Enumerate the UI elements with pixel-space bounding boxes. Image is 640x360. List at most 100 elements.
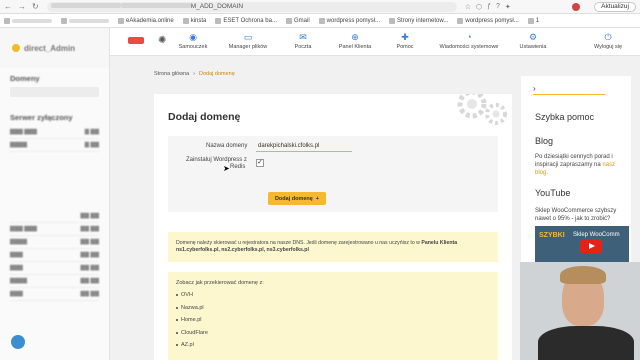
profile-avatar[interactable] [572, 3, 580, 11]
bookmark-icon [182, 17, 189, 24]
sidebar-usage: ▇▇ ▇▇ ▇▇▇ ▇▇▇ ▇▇ ▇▇ ▇▇▇▇ ▇▇ ▇▇ ▇▇▇ ▇▇ ▇▇ ▇▇… [0, 204, 109, 307]
help-icon: ✚ [401, 32, 409, 42]
bookmarks-bar: eAkademia.online kinsta ESET Ochrona ba.… [0, 14, 640, 28]
breadcrumb: Strona główna › Dodaj domenę [154, 71, 235, 77]
sidebar-domains-heading: Domeny [10, 74, 40, 83]
forward-icon[interactable]: → [18, 2, 26, 11]
bookmark-icon [318, 17, 325, 24]
bookmark-icon [389, 17, 396, 24]
bookmark-blurred[interactable] [4, 17, 52, 24]
quick-help-title: Szybka pomoc [535, 112, 595, 122]
extensions: ☆ ⬡ ƒ ? ✦ [465, 3, 511, 11]
thumbnail-title: SZYBKI [539, 232, 565, 239]
dns-servers: ns1.cyberfolks.pl, ns2.cyberfolks.pl, ns… [176, 247, 309, 253]
address-text: M_ADD_DOMAIN [190, 2, 244, 10]
bookmark-blurred[interactable] [61, 17, 109, 24]
toolbar-settings[interactable]: ⚙ Ustawienia [506, 32, 560, 50]
bookmark-item[interactable]: wordpress pomysł... [457, 17, 519, 24]
sidebar: direct_Admin Domeny Serwer zyłączony ▇▇▇… [0, 28, 110, 360]
domain-name-input[interactable]: darekpichalski.cfolks.pl [256, 140, 352, 152]
sidebar-stat-row: ▇▇▇ ▇▇▇ ▇▇ ▇▇ [10, 223, 99, 236]
add-domain-button-label: Dodaj domenę [274, 195, 313, 202]
browser-nav: ← → ↻ [0, 2, 43, 11]
address-bar[interactable]: M_ADD_DOMAIN [46, 1, 457, 12]
bookmark-item[interactable]: eAkademia.online [118, 17, 174, 24]
toolbar-help[interactable]: ✚ Pomoc [378, 32, 432, 50]
blog-heading: Blog [535, 136, 554, 146]
bell-icon: ◔ [466, 32, 472, 42]
bookmark-icon [457, 17, 464, 24]
bookmark-icon [61, 17, 67, 24]
sidebar-stat-row: ▇▇▇ ▇▇▇ ▇ ▇▇ [10, 126, 99, 139]
youtube-heading: YouTube [535, 188, 571, 198]
breadcrumb-current: Dodaj domenę [199, 71, 235, 77]
sidebar-stat-row: ▇▇ ▇▇ [10, 210, 99, 223]
puzzle-icon[interactable]: ✦ [505, 3, 511, 11]
toolbar-system-messages[interactable]: ◔ Wiadomości systemowe [440, 32, 499, 50]
registrar-link[interactable]: Nazwa.pl [176, 305, 490, 311]
breadcrumb-home[interactable]: Strona główna [154, 71, 189, 77]
sidebar-stat-row: ▇▇▇▇ ▇▇ ▇▇ [10, 275, 99, 288]
domain-name-label: Nazwa domeny [206, 143, 248, 149]
extension-icon[interactable]: ƒ [487, 3, 491, 11]
toolbar-file-manager[interactable]: ▭ Manager plików [221, 32, 275, 50]
help-divider [533, 94, 605, 95]
brand-name-blurred: direct_Admin [24, 43, 76, 53]
bookmark-item[interactable]: Gmail [285, 17, 310, 24]
brand-logo-icon [12, 44, 20, 52]
reload-icon[interactable]: ↻ [32, 2, 39, 11]
back-icon[interactable]: ← [4, 2, 12, 11]
user-icon: ⊕ [351, 32, 359, 42]
toolbar-logout[interactable]: ⏻ Wyloguj się [581, 32, 635, 50]
toolbar-badge[interactable] [128, 37, 144, 44]
sidebar-stat-row: ▇▇▇▇▇ ▇▇ [10, 249, 99, 262]
bookmark-item[interactable]: ESET Ochrona ba... [215, 17, 277, 24]
browser-url-bar: ← → ↻ M_ADD_DOMAIN ☆ ⬡ ƒ ? ✦ Aktualizuj [0, 0, 640, 14]
mouse-cursor-icon: ➤ [223, 164, 230, 173]
registrar-link[interactable]: AZ.pl [176, 342, 490, 348]
bookmark-icon [285, 17, 292, 24]
bookmark-item[interactable]: 1 [527, 17, 539, 24]
update-button[interactable]: Aktualizuj [594, 2, 636, 12]
plus-icon: + [315, 195, 320, 202]
registrar-link[interactable]: Home.pl [176, 317, 490, 323]
bookmark-item[interactable]: Strony internetow... [389, 17, 448, 24]
thumbnail-label: Sklep WooComm [573, 232, 620, 238]
redirect-note-lead: Zobacz jak przekierować domenę z: [176, 280, 264, 286]
add-domain-card: Dodaj domenę Nazwa domeny darekpichalski… [154, 94, 512, 360]
toolbar-client-panel[interactable]: ⊕ Panel Klienta [328, 32, 382, 50]
gears-icon [457, 94, 507, 125]
dns-note-text: Domenę należy skierować u rejestratora n… [176, 240, 420, 246]
top-toolbar: ✺ ◉ Samouczek ▭ Manager plików ✉ Poczta ⊕ Pa… [110, 28, 640, 56]
chevron-right-icon[interactable]: › [533, 84, 536, 93]
dns-note: Domenę należy skierować u rejestratora n… [168, 232, 498, 262]
install-wp-label: Zainstaluj Wordpress z [186, 157, 247, 163]
bookmark-item[interactable]: kinsta [182, 17, 206, 24]
add-domain-form: Nazwa domeny darekpichalski.cfolks.pl Za… [168, 136, 498, 212]
redirect-note: Zobacz jak przekierować domenę z: OVH Na… [168, 272, 498, 360]
play-icon[interactable] [580, 239, 602, 254]
blog-text: Po dziesiątki cennych porad i inspiracji… [535, 154, 616, 176]
logout-icon: ⏻ [604, 32, 612, 42]
install-wp-label-2: Redis [230, 164, 246, 170]
extension-icon[interactable]: ⬡ [476, 3, 482, 11]
sidebar-stat-row: ▇▇▇▇▇ ▇▇ [10, 139, 99, 152]
toolbar-mail[interactable]: ✉ Poczta [276, 32, 330, 50]
webcam-shirt [538, 326, 634, 360]
domain-select[interactable] [10, 87, 99, 97]
sidebar-stat-row: ▇▇▇▇▇ ▇▇ [10, 288, 99, 301]
bookmark-star-icon[interactable]: ☆ [465, 3, 471, 11]
bookmark-icon [215, 17, 222, 24]
bookmark-item[interactable]: wordpress pomysł... [318, 17, 380, 24]
folder-icon: ▭ [243, 32, 253, 42]
add-domain-button[interactable]: Dodaj domenę + [268, 192, 326, 205]
registrar-link[interactable]: CloudFlare [176, 330, 490, 336]
extension-icon[interactable]: ? [496, 3, 500, 11]
toolbar-tutorial[interactable]: ◉ Samouczek [166, 32, 220, 50]
registrar-link[interactable]: OVH [176, 292, 490, 298]
install-wp-checkbox[interactable]: ✓ [256, 159, 264, 167]
youtube-video-title[interactable]: Sklep WooCommerce szybszy nawet o 95% - … [535, 207, 629, 223]
chat-bubble-icon[interactable] [11, 335, 25, 349]
client-panel-link[interactable]: Panelu Klienta [421, 240, 457, 246]
registrar-list: OVH Nazwa.pl Home.pl CloudFlare AZ.pl [176, 292, 490, 348]
